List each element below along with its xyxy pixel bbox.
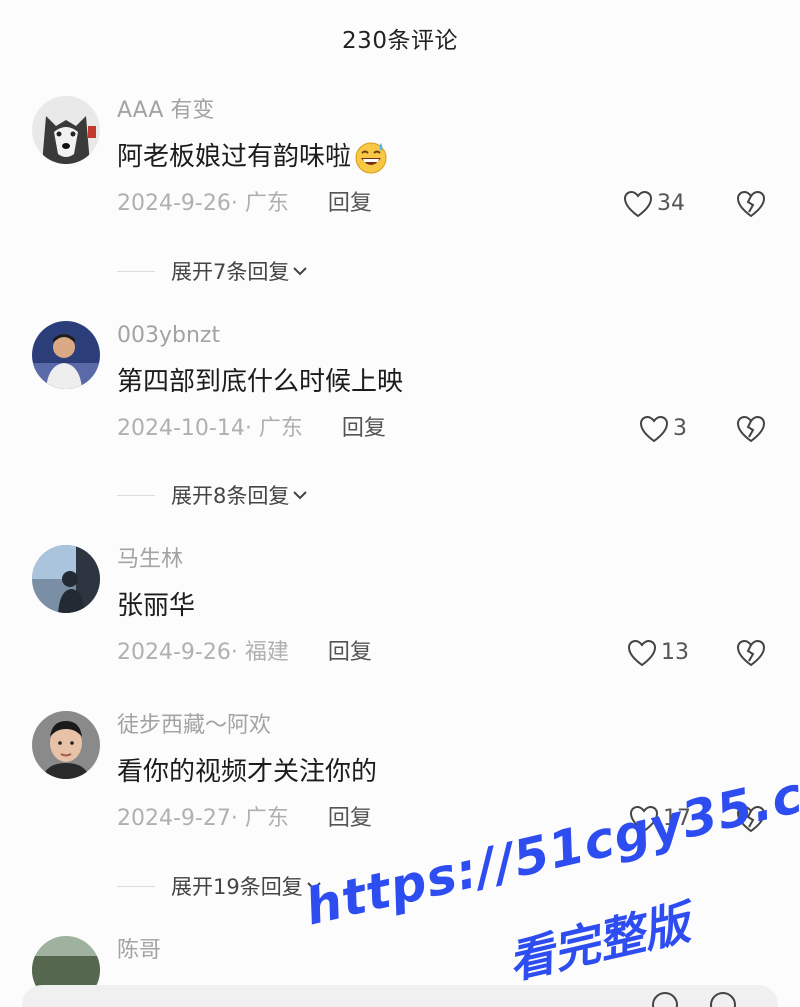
grinning-sweat-emoji-icon [353, 139, 389, 175]
window-silhouette-avatar-image [32, 545, 100, 613]
expand-replies-button[interactable]: 展开19条回复 [117, 871, 323, 901]
heart-icon [627, 639, 657, 667]
reply-button[interactable]: 回复 [342, 413, 386, 445]
comment-meta: 2024-9-26· 广东 回复 34 [117, 188, 780, 220]
broken-heart-icon [736, 805, 766, 833]
comment-date-location: 2024-10-14· 广东 [117, 416, 303, 441]
emoji-icon[interactable] [710, 992, 736, 1007]
comment-date-location: 2024-9-26· 广东 [117, 191, 289, 216]
username[interactable]: AAA 有变 [117, 96, 780, 126]
like-count: 17 [663, 806, 691, 831]
expand-replies-button[interactable]: 展开8条回复 [117, 480, 309, 510]
broken-heart-icon [736, 639, 766, 667]
expand-replies-button[interactable]: 展开7条回复 [117, 256, 309, 286]
comments-count-title: 230条评论 [342, 28, 458, 54]
comment-meta: 2024-10-14· 广东 回复 3 [117, 413, 780, 445]
comment-meta: 2024-9-26· 福建 回复 13 [117, 637, 780, 669]
avatar[interactable] [32, 321, 100, 389]
dislike-button[interactable] [736, 413, 768, 445]
comment-date-location: 2024-9-27· 广东 [117, 806, 289, 831]
chevron-down-icon [307, 882, 321, 891]
reply-button[interactable]: 回复 [328, 803, 372, 835]
dislike-button[interactable] [736, 188, 768, 220]
comment-text: 第四部到底什么时候上映 [117, 365, 780, 399]
comment-text-content: 阿老板娘过有韵味啦 [117, 142, 352, 172]
avatar[interactable] [32, 711, 100, 779]
heart-icon [623, 190, 653, 218]
dislike-button[interactable] [736, 637, 768, 669]
comments-header: 230条评论 [0, 0, 800, 76]
dislike-button[interactable] [736, 803, 768, 835]
comment-text-content: 张丽华 [117, 591, 196, 621]
heart-icon [629, 805, 659, 833]
comment-text: 看你的视频才关注你的 [117, 755, 780, 789]
man-avatar-image [32, 321, 100, 389]
comment-date-location: 2024-9-26· 福建 [117, 640, 289, 665]
username[interactable]: 马生林 [117, 545, 780, 575]
comment-meta: 2024-9-27· 广东 回复 17 [117, 803, 780, 835]
like-count: 34 [657, 191, 685, 216]
expand-replies-label: 展开19条回复 [171, 875, 303, 899]
like-count: 13 [661, 640, 689, 665]
chevron-down-icon [293, 491, 308, 500]
man-portrait-avatar-image [32, 711, 100, 779]
like-count: 3 [673, 416, 687, 441]
like-button[interactable]: 17 [629, 803, 691, 835]
comment-input-bar[interactable] [22, 985, 778, 1007]
comment-text-content: 第四部到底什么时候上映 [117, 367, 404, 397]
avatar[interactable] [32, 545, 100, 613]
username[interactable]: 003ybnzt [117, 321, 780, 351]
reply-button[interactable]: 回复 [328, 188, 372, 220]
expand-replies-label: 展开8条回复 [171, 484, 290, 508]
watermark: https://51cgy35.com 看完整版 [296, 746, 800, 1007]
broken-heart-icon [736, 415, 766, 443]
heart-icon [639, 415, 669, 443]
username[interactable]: 陈哥 [117, 936, 780, 966]
expand-replies-label: 展开7条回复 [171, 260, 290, 284]
like-button[interactable]: 13 [627, 637, 689, 669]
like-button[interactable]: 34 [623, 188, 685, 220]
broken-heart-icon [736, 190, 766, 218]
divider-line [117, 885, 155, 887]
divider-line [117, 494, 155, 496]
husky-avatar-image [32, 96, 100, 164]
like-button[interactable]: 3 [639, 413, 687, 445]
divider-line [117, 270, 155, 272]
comment-text-content: 看你的视频才关注你的 [117, 757, 378, 787]
avatar[interactable] [32, 96, 100, 164]
chevron-down-icon [293, 267, 308, 276]
comment-text: 张丽华 [117, 589, 780, 623]
at-mention-icon[interactable] [652, 992, 678, 1007]
reply-button[interactable]: 回复 [328, 637, 372, 669]
username[interactable]: 徒步西藏～阿欢 [117, 711, 780, 741]
comment-text: 阿老板娘过有韵味啦 [117, 140, 780, 174]
